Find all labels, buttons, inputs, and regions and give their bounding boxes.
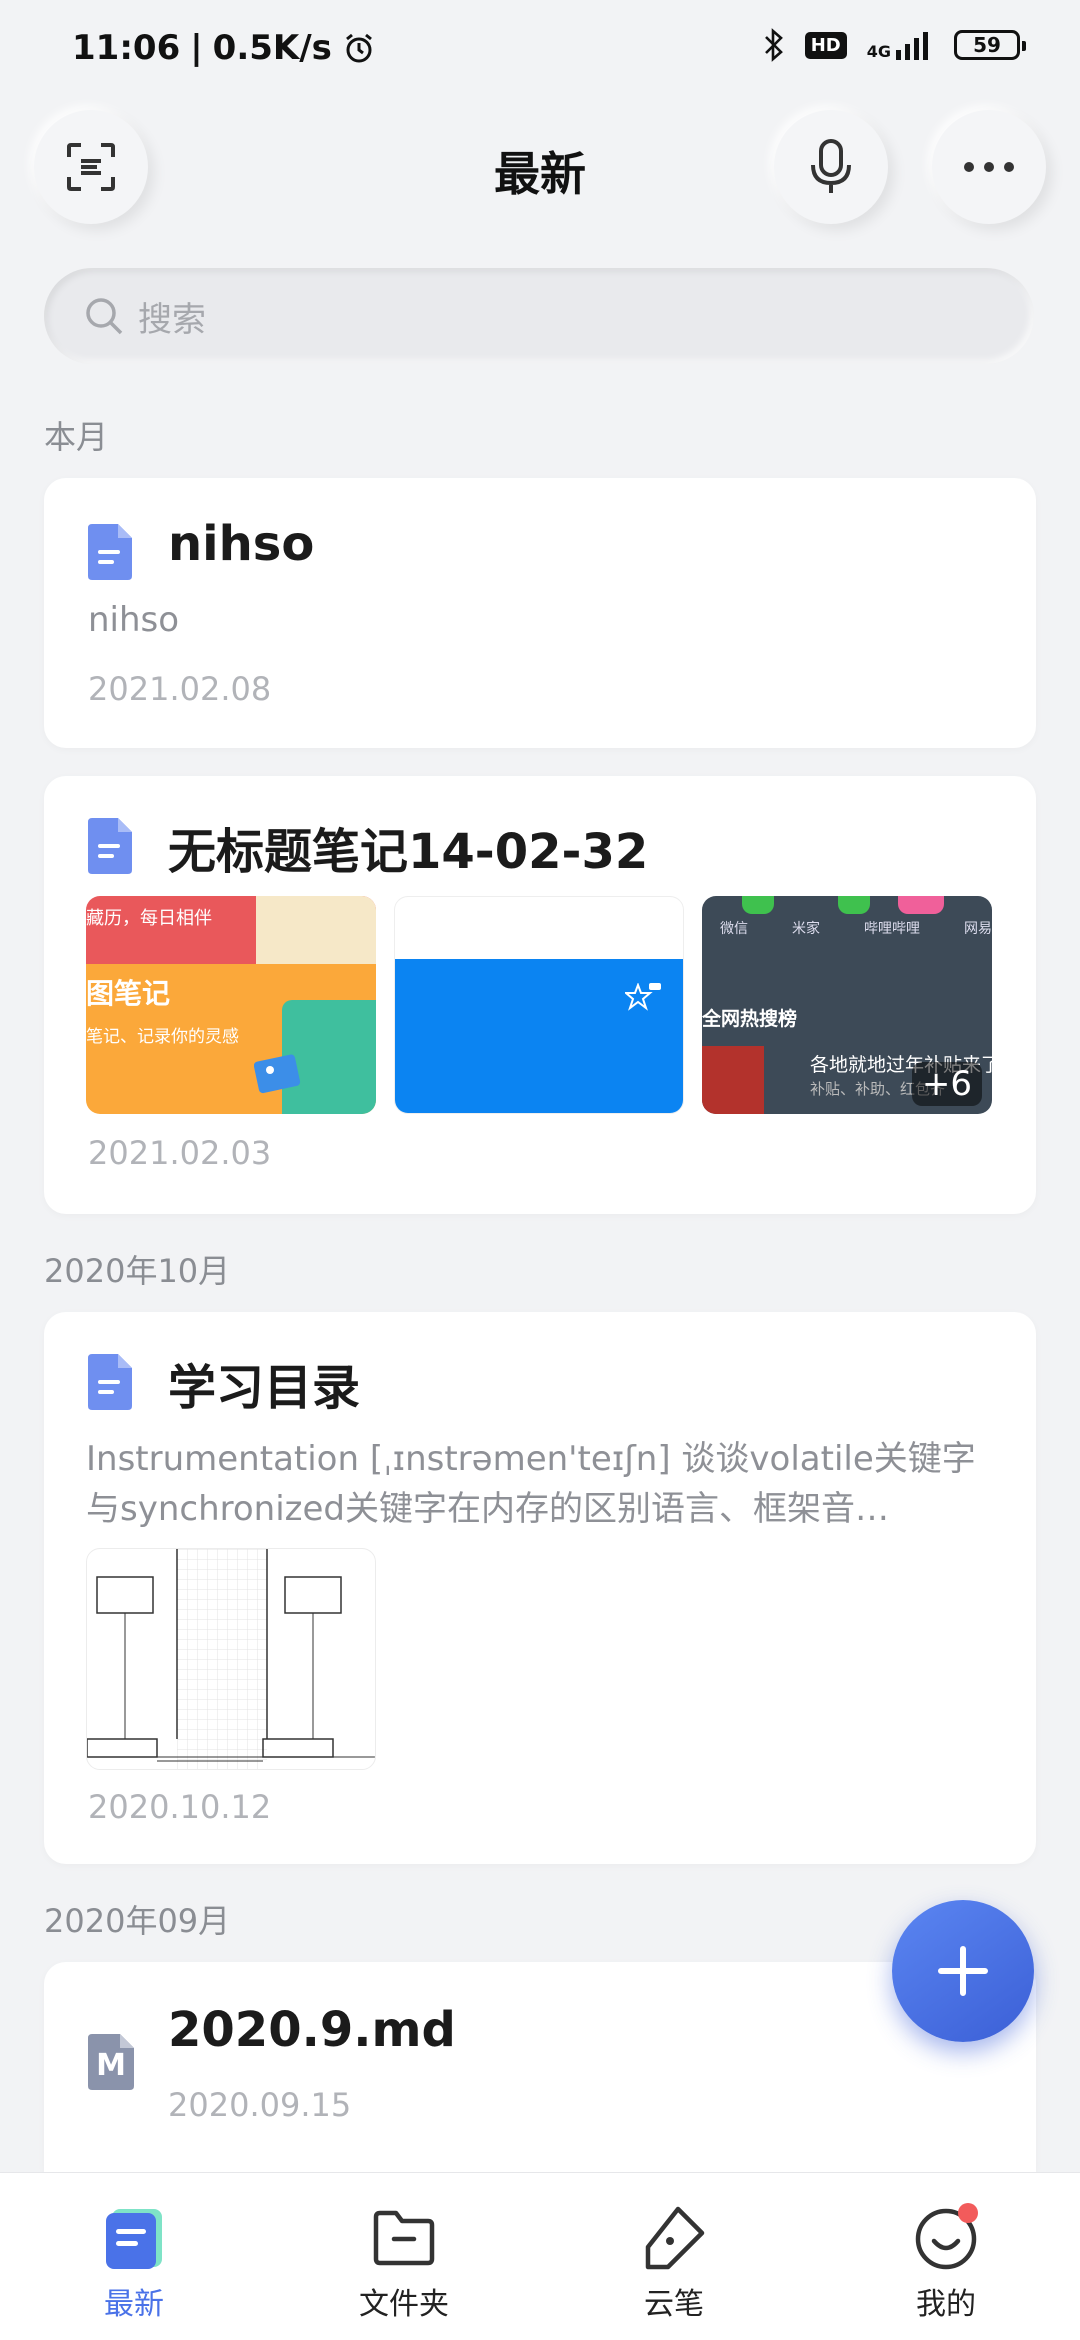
- app-icon: [742, 896, 774, 914]
- search-placeholder: 搜索: [138, 299, 206, 340]
- note-image-thumbnail[interactable]: 微信 米家 哔哩哔哩 网易 全网热搜榜 各地就地过年补贴来了 补贴、补助、红包齐…: [702, 896, 992, 1114]
- nav-tab-folders[interactable]: 文件夹: [304, 2201, 504, 2323]
- note-title: 无标题笔记14-02-32: [168, 824, 649, 880]
- doc-icon: [88, 818, 132, 874]
- note-image-thumbnail[interactable]: [86, 1548, 376, 1770]
- network-label: 4G: [866, 42, 891, 61]
- note-image-thumbnail[interactable]: [394, 896, 684, 1114]
- battery-level: 59: [973, 33, 1001, 57]
- status-bar: 11:06 | 0.5K/s HD 4G 59: [0, 0, 1080, 100]
- nav-label: 云笔: [644, 2287, 704, 2322]
- note-date: 2020.09.15: [168, 2086, 352, 2124]
- nav-tab-profile[interactable]: 我的: [846, 2201, 1046, 2323]
- thumb-photo: [702, 1046, 764, 1114]
- more-images-count: +6: [911, 1062, 982, 1106]
- nav-tab-latest[interactable]: 最新: [34, 2201, 234, 2323]
- app-icon: [838, 896, 870, 914]
- signal-icon: [896, 32, 928, 60]
- status-left: 11:06 | 0.5K/s: [72, 28, 376, 68]
- note-date: 2021.02.03: [88, 1134, 272, 1172]
- folder-icon: [373, 2210, 435, 2266]
- thumb-text: 藏历，每日相伴: [86, 908, 212, 929]
- section-label-this-month: 本月: [44, 418, 109, 456]
- section-label-oct-2020: 2020年10月: [44, 1252, 231, 1290]
- nav-label: 最新: [104, 2287, 164, 2322]
- note-title: 学习目录: [168, 1360, 361, 1416]
- thumb-text: 全网热搜榜: [702, 1008, 798, 1030]
- bottom-nav: 最新 文件夹 云笔 我的: [0, 2172, 1080, 2340]
- diagram-thumbnail: [87, 1549, 375, 1769]
- page-title: 最新: [494, 147, 586, 201]
- note-icon: [106, 2209, 162, 2269]
- thumb-calendar: [256, 896, 376, 964]
- thumb-text: 图笔记: [86, 977, 171, 1010]
- note-preview: nihso: [88, 600, 180, 640]
- app-label: 米家: [792, 921, 820, 937]
- pen-icon: [645, 2206, 705, 2270]
- nav-tab-cloud-pen[interactable]: 云笔: [574, 2201, 774, 2323]
- doc-icon: [88, 524, 132, 580]
- file-type-letter: M: [96, 2048, 126, 2083]
- plus-icon: [938, 1946, 988, 1996]
- battery-icon: 59: [954, 30, 1026, 60]
- search-bar[interactable]: 搜索: [44, 268, 1034, 364]
- nav-label: 我的: [916, 2287, 976, 2322]
- app-label-row: 微信 米家 哔哩哔哩 网易: [720, 918, 992, 938]
- signal-group: 4G: [867, 30, 934, 60]
- note-card[interactable]: M 2020.9.md 2020.09.15: [44, 1962, 1036, 2172]
- status-right: HD 4G 59: [763, 28, 1026, 62]
- hd-badge: HD: [804, 31, 847, 59]
- more-button[interactable]: [932, 110, 1046, 224]
- note-title: nihso: [168, 516, 315, 572]
- note-card[interactable]: nihso nihso 2021.02.08: [44, 478, 1036, 748]
- status-speed: 0.5K/s: [212, 28, 332, 68]
- note-card[interactable]: 无标题笔记14-02-32 藏历，每日相伴 图笔记 笔记、记录你的灵感 微信 米…: [44, 776, 1036, 1214]
- status-time: 11:06: [72, 28, 181, 68]
- more-icon: [964, 162, 1014, 172]
- profile-icon: [915, 2203, 978, 2270]
- star-icon: [625, 983, 661, 1011]
- search-icon: [86, 298, 123, 335]
- markdown-file-icon: M: [88, 2034, 134, 2090]
- top-bar: 最新: [0, 110, 1080, 230]
- app-label: 微信: [720, 921, 748, 937]
- section-label-sep-2020: 2020年09月: [44, 1902, 231, 1940]
- app-icon: [898, 896, 944, 914]
- note-title: 2020.9.md: [168, 2002, 456, 2058]
- voice-button[interactable]: [774, 110, 888, 224]
- app-label: 网易: [964, 921, 992, 937]
- thumb-text: 笔记、记录你的灵感: [86, 1027, 239, 1047]
- note-image-thumbnail[interactable]: 藏历，每日相伴 图笔记 笔记、记录你的灵感: [86, 896, 376, 1114]
- microphone-icon: [811, 139, 851, 193]
- status-separator: |: [190, 28, 203, 68]
- picture-icon: [254, 1054, 301, 1094]
- nav-label: 文件夹: [359, 2287, 449, 2322]
- new-note-button[interactable]: [892, 1900, 1034, 2042]
- alarm-icon: [345, 33, 372, 63]
- note-card[interactable]: 学习目录 Instrumentation [ˌɪnstrəmen'teɪʃn] …: [44, 1312, 1036, 1864]
- note-date: 2020.10.12: [88, 1788, 272, 1826]
- note-date: 2021.02.08: [88, 670, 272, 708]
- note-preview: Instrumentation [ˌɪnstrəmen'teɪʃn] 谈谈vol…: [86, 1439, 976, 1529]
- bluetooth-icon: [764, 28, 783, 62]
- doc-icon: [88, 1354, 132, 1410]
- app-label: 哔哩哔哩: [864, 921, 920, 937]
